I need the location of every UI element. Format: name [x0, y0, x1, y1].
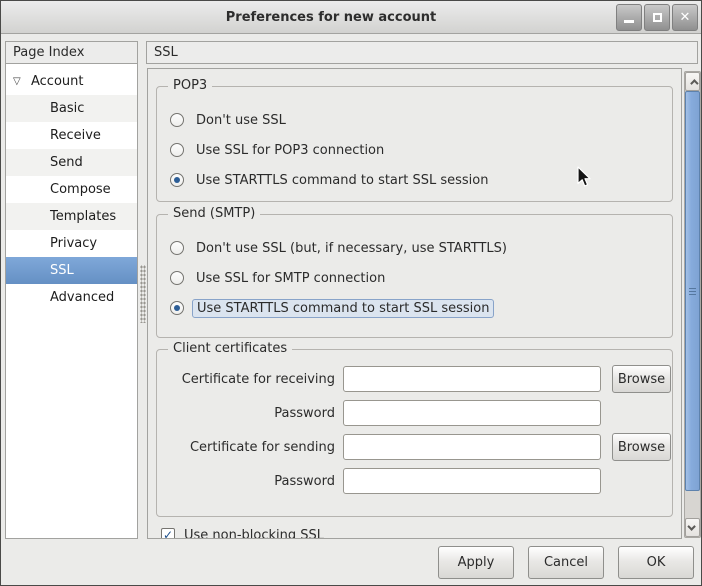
password-receiving-input[interactable] — [343, 400, 601, 426]
tree-item-ssl[interactable]: SSL — [6, 257, 137, 284]
preferences-dialog: Preferences for new account ✕ Page Index… — [0, 0, 702, 586]
cert-sending-row: Certificate for sending Browse — [163, 434, 672, 460]
radio-button-checked-icon[interactable] — [170, 301, 184, 315]
page-index-label: Page Index — [13, 45, 84, 60]
password-sending-row: Password — [163, 468, 672, 494]
radio-pop3-starttls[interactable]: Use STARTTLS command to start SSL sessio… — [170, 165, 672, 195]
mouse-cursor-icon — [576, 166, 592, 189]
radio-label-focused: Use STARTTLS command to start SSL sessio… — [192, 299, 494, 318]
tree-item-advanced[interactable]: Advanced — [6, 284, 137, 311]
field-label: Certificate for receiving — [163, 372, 335, 387]
chevron-up-icon — [690, 79, 698, 87]
cancel-button[interactable]: Cancel — [528, 546, 604, 579]
tree-item-label: Privacy — [50, 236, 97, 251]
group-certs-legend: Client certificates — [168, 341, 292, 356]
tree-item-label: Compose — [50, 182, 111, 197]
tree-item-label: Advanced — [50, 290, 114, 305]
radio-label: Use SSL for SMTP connection — [193, 270, 388, 287]
tree-item-label: Templates — [50, 209, 116, 224]
radio-label: Use STARTTLS command to start SSL sessio… — [193, 172, 491, 189]
chevron-down-icon — [687, 522, 695, 530]
cert-receiving-row: Certificate for receiving Browse — [163, 366, 672, 392]
radio-label: Don't use SSL — [193, 112, 289, 129]
tree-item-receive[interactable]: Receive — [6, 122, 137, 149]
page-index-tree: ▽ Account Basic Receive Send Compose Tem… — [5, 64, 138, 539]
tree-item-account[interactable]: ▽ Account — [6, 68, 137, 95]
cert-sending-input[interactable] — [343, 434, 601, 460]
tree-item-label: Receive — [50, 128, 101, 143]
radio-smtp-starttls[interactable]: Use STARTTLS command to start SSL sessio… — [170, 293, 672, 323]
group-client-certificates: Client certificates Certificate for rece… — [156, 349, 673, 517]
checkbox-checked-icon[interactable]: ✓ — [161, 528, 175, 539]
field-label: Password — [163, 474, 335, 489]
radio-smtp-use-ssl[interactable]: Use SSL for SMTP connection — [170, 263, 672, 293]
scrollbar-thumb[interactable] — [685, 91, 700, 491]
browse-receiving-button[interactable]: Browse — [612, 365, 671, 393]
vertical-scrollbar[interactable] — [684, 71, 701, 538]
page-title: SSL — [154, 45, 178, 60]
radio-button-checked-icon[interactable] — [170, 173, 184, 187]
apply-button[interactable]: Apply — [438, 546, 514, 579]
radio-pop3-no-ssl[interactable]: Don't use SSL — [170, 105, 672, 135]
tree-item-templates[interactable]: Templates — [6, 203, 137, 230]
window-controls: ✕ — [616, 4, 698, 31]
tree-item-label: SSL — [50, 263, 74, 278]
page-title-box: SSL — [146, 41, 698, 64]
group-smtp-legend: Send (SMTP) — [168, 206, 260, 221]
radio-label: Don't use SSL (but, if necessary, use ST… — [193, 240, 510, 257]
tree-item-compose[interactable]: Compose — [6, 176, 137, 203]
browse-sending-button[interactable]: Browse — [612, 433, 671, 461]
minimize-button[interactable] — [616, 4, 642, 31]
radio-pop3-use-ssl[interactable]: Use SSL for POP3 connection — [170, 135, 672, 165]
window-title: Preferences for new account — [61, 10, 601, 25]
settings-scroll-area: POP3 Don't use SSL Use SSL for POP3 conn… — [147, 68, 682, 539]
password-receiving-row: Password — [163, 400, 672, 426]
thumb-grip-icon — [689, 288, 696, 295]
checkbox-label: Use non-blocking SSL — [184, 528, 324, 540]
tree-item-label: Send — [50, 155, 83, 170]
close-button[interactable]: ✕ — [672, 4, 698, 31]
radio-label: Use SSL for POP3 connection — [193, 142, 387, 159]
group-pop3-legend: POP3 — [168, 78, 212, 93]
radio-button-icon[interactable] — [170, 143, 184, 157]
expander-triangle-icon[interactable]: ▽ — [13, 76, 31, 87]
minimize-icon — [624, 20, 634, 23]
field-label: Certificate for sending — [163, 440, 335, 455]
title-bar[interactable]: Preferences for new account ✕ — [1, 1, 701, 34]
page-index-header: Page Index — [5, 41, 138, 64]
password-sending-input[interactable] — [343, 468, 601, 494]
radio-button-icon[interactable] — [170, 271, 184, 285]
tree-item-label: Account — [31, 74, 84, 89]
ok-button[interactable]: OK — [618, 546, 694, 579]
close-icon: ✕ — [680, 11, 691, 24]
cert-receiving-input[interactable] — [343, 366, 601, 392]
tree-item-privacy[interactable]: Privacy — [6, 230, 137, 257]
use-nonblocking-ssl-checkbox-row[interactable]: ✓ Use non-blocking SSL — [161, 524, 324, 539]
radio-smtp-no-ssl[interactable]: Don't use SSL (but, if necessary, use ST… — [170, 233, 672, 263]
scroll-down-button[interactable] — [685, 518, 700, 537]
maximize-icon — [653, 13, 662, 22]
tree-item-basic[interactable]: Basic — [6, 95, 137, 122]
scroll-up-button[interactable] — [685, 72, 700, 91]
group-smtp: Send (SMTP) Don't use SSL (but, if neces… — [156, 214, 673, 338]
group-pop3: POP3 Don't use SSL Use SSL for POP3 conn… — [156, 86, 673, 202]
radio-button-icon[interactable] — [170, 241, 184, 255]
radio-button-icon[interactable] — [170, 113, 184, 127]
field-label: Password — [163, 406, 335, 421]
tree-item-send[interactable]: Send — [6, 149, 137, 176]
maximize-button[interactable] — [644, 4, 670, 31]
pane-splitter-grip[interactable] — [140, 265, 146, 323]
tree-item-label: Basic — [50, 101, 84, 116]
